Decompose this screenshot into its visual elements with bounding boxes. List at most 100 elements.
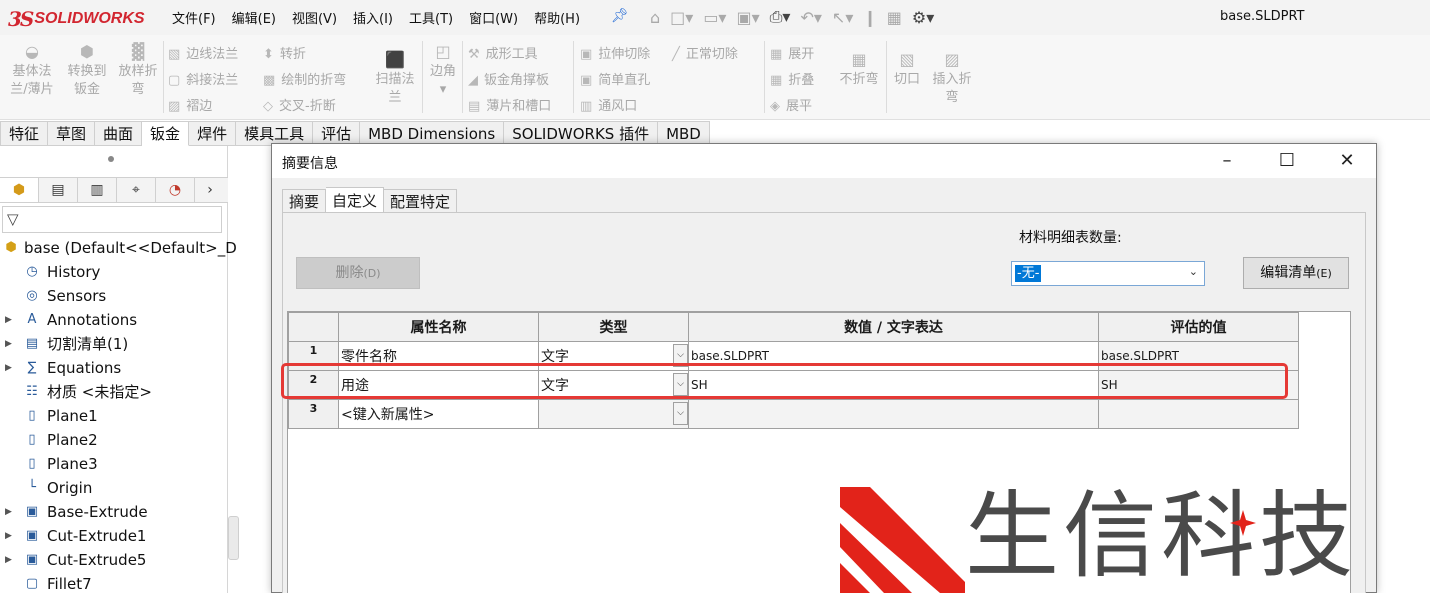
no-bends-button[interactable]: ▦ 不折弯 [834,51,884,89]
cross-break-button[interactable]: ◇ 交叉-折断 [263,95,336,114]
fold-button[interactable]: ▦ 折叠 [770,69,814,88]
forming-tool-button[interactable]: ⚒ 成形工具 [468,43,538,62]
chevron-down-icon[interactable]: ⌵ [673,344,688,367]
tab-custom[interactable]: 自定义 [326,187,385,213]
expand-arrow-icon[interactable]: ▶ [5,332,12,356]
column-header-value[interactable]: 数值 / 文字表达 [688,312,1099,342]
row-number[interactable]: 1 [288,341,339,371]
simple-hole-button[interactable]: ▣ 简单直孔 [580,69,650,88]
property-manager-tab-icon[interactable]: ▤ [39,178,78,202]
feature-tree-tab-icon[interactable]: ⬢ [0,178,39,202]
tree-root-part[interactable]: ⬢ base (Default<<Default>_D [0,236,236,260]
unfold-button[interactable]: ▦ 展开 [770,43,814,62]
tree-item-base-extrude[interactable]: ▶ ▣ Base-Extrude [0,500,228,524]
solidworks-logo[interactable]: 3S SOLIDWORKS [8,6,151,32]
gusset-button[interactable]: ◢ 钣金角撑板 [468,69,549,88]
lofted-bend-button[interactable]: ▓ 放样折 弯 [114,43,162,99]
tree-item-fillet7[interactable]: ▢ Fillet7 [0,572,228,593]
rebuild-icon[interactable]: ▦ [887,8,902,27]
tab-summary[interactable]: 摘要 [282,189,327,213]
select-arrow-icon[interactable]: ↖▾ [832,8,853,27]
menu-edit[interactable]: 编辑(E) [232,8,276,27]
traffic-light-icon[interactable]: ❙ [863,8,876,27]
menu-window[interactable]: 窗口(W) [469,8,518,27]
hem-button[interactable]: ▨ 褶边 [168,95,212,114]
table-row[interactable]: 3 <键入新属性> ⌵ [288,399,1299,429]
normal-cut-button[interactable]: ╱ 正常切除 [672,43,738,62]
base-flange-button[interactable]: ◒ 基体法 兰/薄片 [6,43,58,99]
new-document-icon[interactable]: □▾ [670,8,693,27]
row-number[interactable]: 2 [288,370,339,400]
swept-flange-button[interactable]: ⬛ 扫描法 兰 [370,51,420,107]
tab-weldments[interactable]: 焊件 [189,121,237,146]
edit-list-button[interactable]: 编辑清单(E) [1243,257,1349,289]
tab-and-slot-button[interactable]: ▤ 薄片和槽口 [468,95,551,114]
row-number[interactable]: 3 [288,399,339,429]
tree-item-origin[interactable]: └ Origin [0,476,228,500]
bom-quantity-select[interactable]: -无- ⌄ [1011,261,1205,286]
menu-view[interactable]: 视图(V) [292,8,337,27]
close-icon[interactable]: ✕ [1332,150,1362,172]
undo-icon[interactable]: ↶▾ [800,8,821,27]
minimize-icon[interactable]: – [1212,150,1242,172]
tree-filter-field[interactable]: ▽ [2,206,222,233]
chevron-down-icon[interactable]: ⌵ [673,373,688,396]
expand-arrow-icon[interactable]: ▶ [5,356,12,380]
tree-item-annotations[interactable]: ▶ A Annotations [0,308,228,332]
expand-arrow-icon[interactable]: ▶ [5,308,12,332]
tree-item-plane3[interactable]: ▯ Plane3 [0,452,228,476]
corners-button[interactable]: ◰ 边角 ▾ [424,43,462,99]
delete-button[interactable]: 删除(D) [296,257,420,289]
tree-item-cut-extrude1[interactable]: ▶ ▣ Cut-Extrude1 [0,524,228,548]
convert-to-sheet-metal-button[interactable]: ⬢ 转换到 钣金 [61,43,113,99]
save-icon[interactable]: ▣▾ [736,8,759,27]
menu-insert[interactable]: 插入(I) [353,8,393,27]
vent-button[interactable]: ▥ 通风口 [580,95,637,114]
tree-item-material[interactable]: ☷ 材质 <未指定> [0,380,228,404]
tree-item-cut-extrude5[interactable]: ▶ ▣ Cut-Extrude5 [0,548,228,572]
rip-button[interactable]: ▧ 切口 [888,51,926,89]
flatten-button[interactable]: ◈ 展平 [770,95,812,114]
jog-button[interactable]: ⬍ 转折 [263,43,306,62]
tab-sheet-metal[interactable]: 钣金 [142,121,190,146]
display-manager-tab-icon[interactable]: ◔ [156,178,195,202]
menu-file[interactable]: 文件(F) [172,8,216,27]
edge-flange-button[interactable]: ▧ 边线法兰 [168,43,238,62]
property-name-cell[interactable]: 用途 [338,370,539,400]
panel-grip-handle[interactable] [108,156,114,162]
sketched-bend-button[interactable]: ▩ 绘制的折弯 [263,69,346,88]
expand-arrow-icon[interactable]: ▶ [5,524,12,548]
column-header-property-name[interactable]: 属性名称 [338,312,539,342]
value-cell[interactable]: base.SLDPRT [688,341,1099,371]
corners-dropdown-icon[interactable]: ▾ [440,82,447,97]
tab-surfaces[interactable]: 曲面 [95,121,143,146]
table-row[interactable]: 2 用途 文字 ⌵ SH SH [288,370,1299,400]
property-name-cell[interactable]: 零件名称 [338,341,539,371]
value-cell[interactable]: SH [688,370,1099,400]
column-header-evaluated-value[interactable]: 评估的值 [1098,312,1299,342]
chevron-right-icon[interactable]: › [195,178,225,202]
type-cell[interactable]: 文字 ⌵ [538,341,689,371]
expand-arrow-icon[interactable]: ▶ [5,500,12,524]
tree-item-history[interactable]: ◷ History [0,260,228,284]
print-icon[interactable]: ⎙▾ [770,7,791,27]
dimxpert-tab-icon[interactable]: ⌖ [117,178,156,202]
open-folder-icon[interactable]: ▭▾ [703,8,726,27]
menu-tools[interactable]: 工具(T) [409,8,453,27]
type-cell[interactable]: 文字 ⌵ [538,370,689,400]
insert-bends-button[interactable]: ▨ 插入折 弯 [926,51,978,107]
tree-item-sensors[interactable]: ◎ Sensors [0,284,228,308]
tree-item-plane1[interactable]: ▯ Plane1 [0,404,228,428]
panel-collapse-handle[interactable] [228,516,239,560]
property-name-cell[interactable]: <键入新属性> [338,399,539,429]
tree-item-equations[interactable]: ▶ ∑ Equations [0,356,228,380]
expand-arrow-icon[interactable]: ▶ [5,548,12,572]
tree-item-cut-list[interactable]: ▶ ▤ 切割清单(1) [0,332,228,356]
miter-flange-button[interactable]: ▢ 斜接法兰 [168,69,238,88]
menu-help[interactable]: 帮助(H) [534,8,580,27]
type-cell[interactable]: ⌵ [538,399,689,429]
table-row[interactable]: 1 零件名称 文字 ⌵ base.SLDPRT base.SLDPRT [288,341,1299,371]
value-cell[interactable] [688,399,1099,429]
chevron-down-icon[interactable]: ⌵ [673,402,688,425]
configuration-manager-tab-icon[interactable]: ▥ [78,178,117,202]
